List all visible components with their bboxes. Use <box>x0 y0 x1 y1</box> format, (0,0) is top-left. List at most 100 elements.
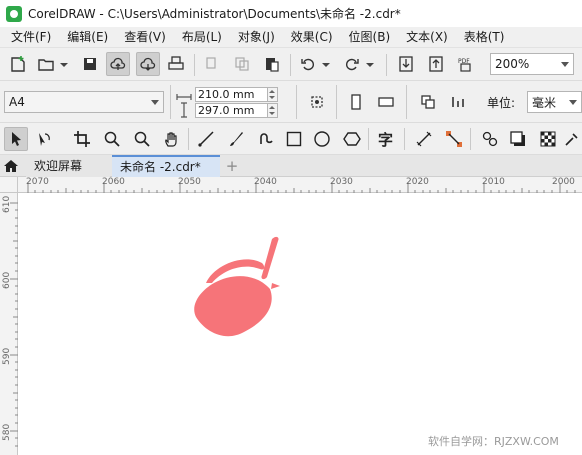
chevron-down-icon <box>151 100 159 105</box>
shape-tool-icon[interactable] <box>32 127 56 151</box>
open-dropdown-icon[interactable] <box>60 60 68 70</box>
ruler-tick-label: 2010 <box>482 177 505 187</box>
property-bar: A4 210.0 mm 297.0 mm 单位: 毫米 <box>0 81 582 123</box>
import-icon[interactable] <box>394 52 418 76</box>
ruler-tick-label: 600 <box>2 271 12 289</box>
ruler-tick-label: 2020 <box>406 177 429 187</box>
blend-tool-icon[interactable] <box>478 127 502 151</box>
smart-drawing-icon[interactable] <box>254 127 278 151</box>
toolbar-separator <box>170 85 171 119</box>
page-height-input[interactable]: 297.0 mm <box>195 103 268 118</box>
toolbar-separator <box>290 54 291 76</box>
save-icon[interactable] <box>78 52 102 76</box>
copy-icon[interactable] <box>230 52 254 76</box>
parallel-dimension-icon[interactable] <box>412 127 436 151</box>
redo-dropdown-icon[interactable] <box>366 60 374 70</box>
page-width-input[interactable]: 210.0 mm <box>195 87 268 102</box>
zoom-level-value: 200% <box>495 57 530 71</box>
pan-tool-icon[interactable] <box>160 127 184 151</box>
new-document-icon[interactable] <box>6 52 30 76</box>
undo-icon[interactable] <box>296 52 320 76</box>
ruler-tick-label: 2050 <box>178 177 201 187</box>
ruler-tick-label: 2060 <box>102 177 125 187</box>
title-bar: CorelDRAW - C:\Users\Administrator\Docum… <box>0 0 582 27</box>
toolbar-separator <box>368 128 369 150</box>
menu-effects[interactable]: 效果(C) <box>283 27 341 48</box>
page-size-combo[interactable]: A4 <box>4 91 164 113</box>
home-icon[interactable] <box>0 155 22 177</box>
ruler-tick-label: 610 <box>2 195 12 213</box>
drawn-shape-tip[interactable] <box>271 283 280 289</box>
page-width-stepper[interactable] <box>268 87 278 102</box>
drawn-shape-body[interactable] <box>194 276 272 337</box>
toolbar-separator <box>188 128 189 150</box>
toolbox: 字 <box>0 123 582 155</box>
menu-text[interactable]: 文本(X) <box>398 27 456 48</box>
toolbar-separator <box>194 54 195 76</box>
transparency-tool-icon[interactable] <box>536 127 560 151</box>
menu-object[interactable]: 对象(J) <box>230 27 283 48</box>
pick-tool-icon[interactable] <box>4 127 28 151</box>
horizontal-ruler[interactable]: 2070 2060 2050 2040 2030 2020 2010 2000 <box>18 177 582 193</box>
freehand-tool-icon[interactable] <box>194 127 218 151</box>
ruler-tick-label: 590 <box>2 347 12 365</box>
landscape-orientation-icon[interactable] <box>374 90 398 114</box>
drawing-canvas[interactable] <box>18 193 582 455</box>
menu-edit[interactable]: 编辑(E) <box>59 27 116 48</box>
artistic-media-icon[interactable] <box>224 127 248 151</box>
zoom-level-combo[interactable]: 200% <box>490 53 574 75</box>
svg-text:字: 字 <box>378 131 393 148</box>
page-width-icon <box>175 84 193 100</box>
polygon-tool-icon[interactable] <box>340 127 364 151</box>
cloud-upload-icon[interactable] <box>106 52 130 76</box>
tab-welcome-screen[interactable]: 欢迎屏幕 <box>26 155 110 177</box>
text-tool-icon[interactable]: 字 <box>374 127 398 151</box>
ruler-tick-label: 2070 <box>26 177 49 187</box>
add-tab-button[interactable]: + <box>222 155 242 177</box>
crop-tool-icon[interactable] <box>70 127 94 151</box>
standard-toolbar: PDF 200% <box>0 48 582 81</box>
menu-bitmaps[interactable]: 位图(B) <box>341 27 399 48</box>
chevron-down-icon <box>561 62 569 67</box>
menu-file[interactable]: 文件(F) <box>0 27 59 48</box>
page-width-row: 210.0 mm <box>195 87 278 102</box>
vertical-ruler[interactable]: 610 600 590 580 <box>0 193 18 455</box>
coreldraw-app-icon <box>6 5 22 22</box>
rectangle-tool-icon[interactable] <box>282 127 306 151</box>
undo-dropdown-icon[interactable] <box>322 60 330 70</box>
portrait-orientation-icon[interactable] <box>344 90 368 114</box>
menu-layout[interactable]: 布局(L) <box>174 27 230 48</box>
vertical-ruler-ticks <box>10 202 18 447</box>
tab-document[interactable]: 未命名 -2.cdr* <box>112 155 220 177</box>
export-icon[interactable] <box>424 52 448 76</box>
ruler-tick-label: 2030 <box>330 177 353 187</box>
menu-table[interactable]: 表格(T) <box>456 27 513 48</box>
ruler-tick-label: 580 <box>2 423 12 441</box>
window-title: CorelDRAW - C:\Users\Administrator\Docum… <box>28 7 401 21</box>
all-pages-icon[interactable] <box>416 90 440 114</box>
search-icon[interactable] <box>130 127 154 151</box>
color-eyedropper-icon[interactable] <box>562 127 582 151</box>
publish-pdf-icon[interactable]: PDF <box>454 52 478 76</box>
redo-icon[interactable] <box>340 52 364 76</box>
page-height-icon <box>175 102 193 118</box>
zoom-tool-icon[interactable] <box>100 127 124 151</box>
drawn-shape-stem[interactable] <box>261 236 279 280</box>
units-combo[interactable]: 毫米 <box>527 91 582 113</box>
page-height-stepper[interactable] <box>268 103 278 118</box>
print-icon[interactable] <box>164 52 188 76</box>
units-value: 毫米 <box>532 95 557 110</box>
ruler-origin[interactable] <box>0 177 18 193</box>
menu-view[interactable]: 查看(V) <box>116 27 174 48</box>
open-folder-icon[interactable] <box>34 52 58 76</box>
current-page-icon[interactable] <box>446 90 470 114</box>
page-layout-icon[interactable] <box>305 90 329 114</box>
paste-icon[interactable] <box>260 52 284 76</box>
connector-tool-icon[interactable] <box>442 127 466 151</box>
cloud-download-icon[interactable] <box>136 52 160 76</box>
drawn-shape-group[interactable] <box>194 236 280 337</box>
drop-shadow-icon[interactable] <box>506 127 530 151</box>
ellipse-tool-icon[interactable] <box>310 127 334 151</box>
cut-icon[interactable] <box>200 52 224 76</box>
watermark-text: 软件自学网：RJZXW.COM <box>428 435 559 448</box>
